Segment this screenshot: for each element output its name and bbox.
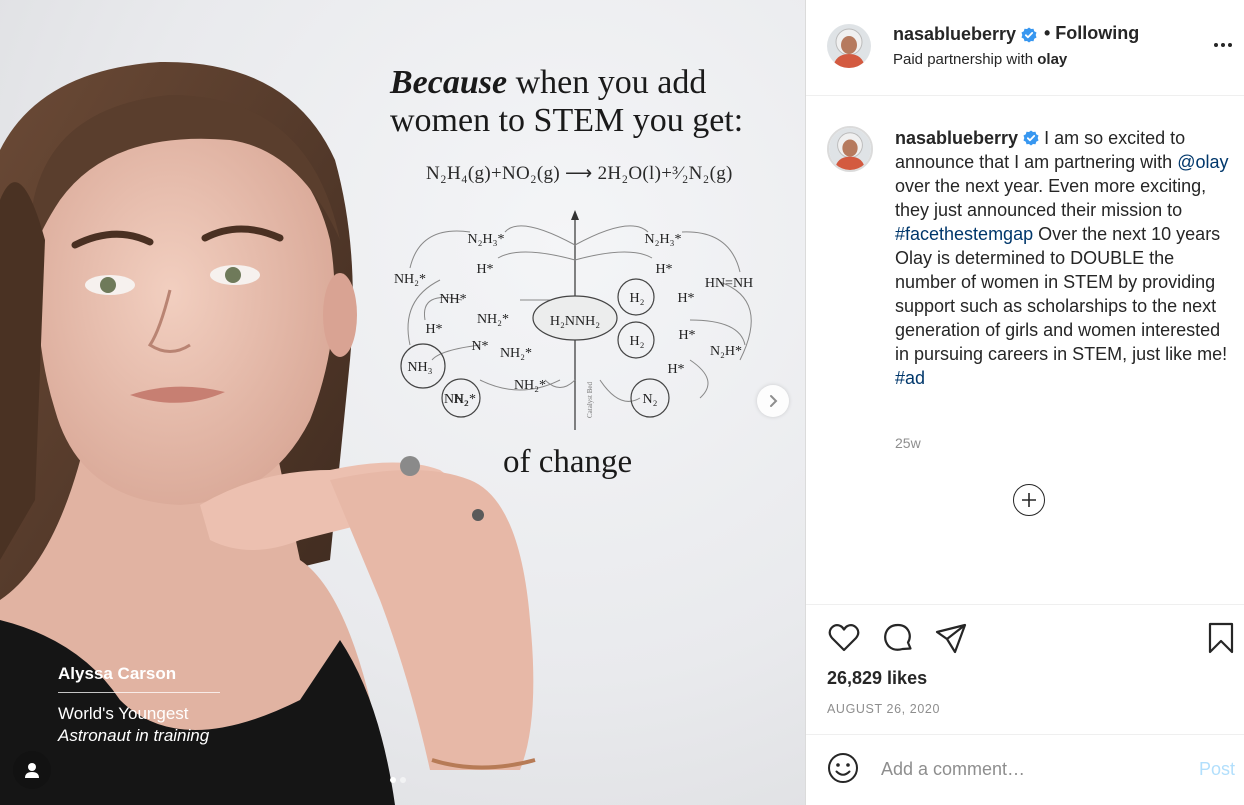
partner-link[interactable]: olay	[1037, 51, 1067, 68]
diagram-label: N₂	[643, 392, 658, 407]
diagram-arc	[574, 225, 649, 246]
diagram-label: H*	[476, 262, 493, 277]
caption-hashtag-link[interactable]: #facethestemgap	[895, 224, 1033, 244]
caption-mention-link[interactable]: @olay	[1177, 152, 1228, 172]
verified-badge-icon	[1021, 27, 1037, 42]
diagram-label: Catalyst Bed	[586, 382, 594, 418]
caption-text-2: over the next year. Even more exciting, …	[895, 176, 1207, 220]
paper-plane-icon[interactable]	[934, 621, 968, 655]
post-caption: nasablueberry I am so excited to announc…	[895, 126, 1231, 390]
diagram-label: NH₃	[407, 360, 432, 375]
diagram-label: NH₂*	[394, 272, 426, 287]
diagram-label: N₂H₃*	[645, 232, 682, 247]
smiley-icon[interactable]	[827, 752, 859, 784]
post-comment-button[interactable]: Post	[1199, 759, 1235, 780]
caption-text-3: Over the next 10 years Olay is determine…	[895, 224, 1228, 364]
diagram-label: N*	[471, 339, 488, 354]
heart-icon[interactable]	[827, 621, 861, 655]
paid-partnership-label: Paid partnership with olay	[893, 51, 1067, 68]
diagram-label: H₂	[630, 291, 645, 306]
diagram-label: H*	[677, 291, 694, 306]
diagram-arrow	[571, 210, 579, 220]
carousel-indicator	[390, 777, 406, 783]
diagram-arc	[599, 379, 641, 402]
diagram-arc	[689, 319, 746, 346]
more-options-icon[interactable]	[1214, 40, 1236, 50]
image-tagline: of change	[503, 444, 633, 480]
reaction-diagram: N₂H₃* N₂H₃* NH₂* H* H* HN=NH NH* NH₂* H₂ H* H* NH₂*…	[394, 210, 753, 430]
caption-divider	[58, 692, 220, 693]
caption-timestamp[interactable]: 25w	[895, 435, 921, 451]
diagram-label: H₂	[630, 334, 645, 349]
user-tag-icon	[25, 763, 39, 778]
partnership-prefix: Paid partnership with	[893, 51, 1034, 68]
diagram-arc	[497, 251, 576, 261]
image-caption-line2: Astronaut in training	[58, 726, 210, 745]
caption-author-avatar[interactable]	[827, 126, 873, 172]
post-header: nasablueberry • Following Paid partnersh…	[806, 0, 1244, 96]
bookmark-icon[interactable]	[1204, 621, 1238, 655]
diagram-label: N₂H₃*	[468, 232, 505, 247]
post-date[interactable]: AUGUST 26, 2020	[827, 702, 940, 716]
diagram-arc	[681, 231, 741, 273]
follow-status-button[interactable]: • Following	[1044, 23, 1139, 44]
diagram-arc	[574, 251, 653, 261]
comment-input[interactable]	[881, 753, 1181, 785]
diagram-label: H*	[425, 322, 442, 337]
comments-section: nasablueberry I am so excited to announc…	[806, 97, 1244, 604]
add-comment-bar: Post	[806, 734, 1244, 805]
caption-username[interactable]: nasablueberry	[895, 128, 1018, 148]
author-username[interactable]: nasablueberry	[893, 24, 1037, 45]
diagram-label: NH*	[439, 292, 466, 307]
author-username-text[interactable]: nasablueberry	[893, 24, 1016, 45]
user-tag-button[interactable]	[13, 751, 51, 789]
diagram-label: NH₂*	[500, 346, 532, 361]
author-avatar[interactable]	[827, 24, 871, 68]
like-count[interactable]: 26,829 likes	[827, 668, 927, 689]
diagram-label: H*	[655, 262, 672, 277]
diagram-label: NH₂*	[477, 312, 509, 327]
comment-bubble-icon[interactable]	[881, 621, 915, 655]
diagram-arc	[409, 230, 471, 269]
diagram-label: H*	[678, 328, 695, 343]
diagram-arc	[504, 225, 576, 246]
carousel-dot-2	[400, 777, 406, 783]
load-more-comments-button[interactable]	[1013, 484, 1045, 516]
diagram-label: H*	[667, 362, 684, 377]
carousel-next-button[interactable]	[757, 385, 789, 417]
diagram-label: HN=NH	[705, 276, 753, 291]
image-caption-name: Alyssa Carson	[58, 664, 177, 683]
diagram-label: H₂NNH₂	[550, 314, 600, 329]
image-caption-line1: World's Youngest	[58, 704, 189, 723]
post-sidebar: nasablueberry • Following Paid partnersh…	[805, 0, 1244, 805]
verified-badge-icon	[1023, 130, 1039, 146]
diagram-label: NH₂*	[514, 378, 546, 393]
chevron-right-icon	[770, 395, 778, 407]
post-media[interactable]: Because when you add women to STEM you g…	[0, 0, 805, 805]
caption-ad-hashtag-link[interactable]: #ad	[895, 368, 925, 388]
diagram-label: N₂	[454, 392, 469, 407]
carousel-dot-1	[390, 777, 396, 783]
diagram-arc	[689, 359, 709, 399]
diagram-arc	[544, 379, 576, 388]
plus-circle-icon	[1022, 493, 1036, 507]
post-actions: 26,829 likes AUGUST 26, 2020	[806, 604, 1244, 734]
diagram-label: N₂H*	[710, 344, 742, 359]
